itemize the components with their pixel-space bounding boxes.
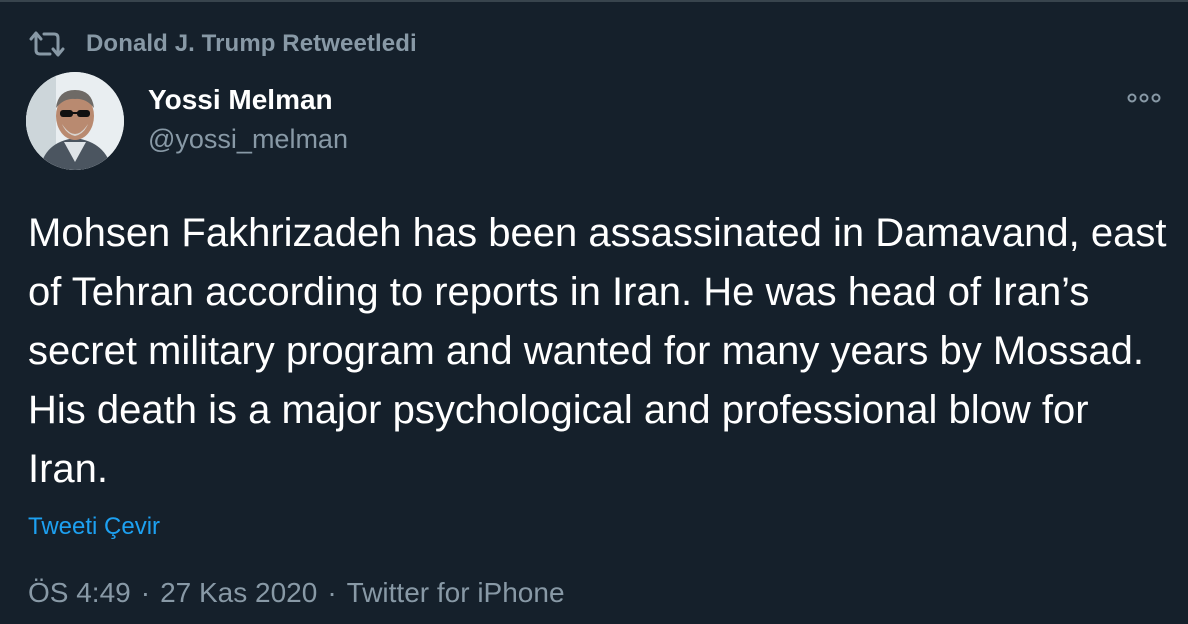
tweet-time[interactable]: ÖS 4:49 [28, 574, 131, 612]
author-info[interactable]: Yossi Melman @yossi_melman [148, 82, 348, 158]
avatar[interactable] [26, 72, 124, 170]
retweeted-by-link[interactable]: Donald J. Trump Retweetledi [86, 30, 417, 58]
meta-separator: · [327, 577, 337, 608]
tweet-metadata: ÖS 4:49 · 27 Kas 2020 · Twitter for iPho… [28, 574, 565, 612]
meta-separator: · [140, 577, 151, 608]
translate-tweet-link[interactable]: Tweeti Çevir [28, 510, 160, 544]
tweet-text: Mohsen Fakhrizadeh has been assassinated… [28, 211, 1167, 491]
top-divider [0, 0, 1188, 2]
retweet-icon [28, 30, 66, 58]
author-display-name[interactable]: Yossi Melman [148, 82, 348, 118]
more-options-button[interactable] [1124, 88, 1164, 112]
tweet-source[interactable]: Twitter for iPhone [347, 574, 565, 612]
tweet-date[interactable]: 27 Kas 2020 [160, 574, 317, 612]
more-options-icon [1126, 91, 1162, 109]
retweet-context: Donald J. Trump Retweetledi [28, 28, 417, 60]
author-handle[interactable]: @yossi_melman [148, 120, 348, 158]
